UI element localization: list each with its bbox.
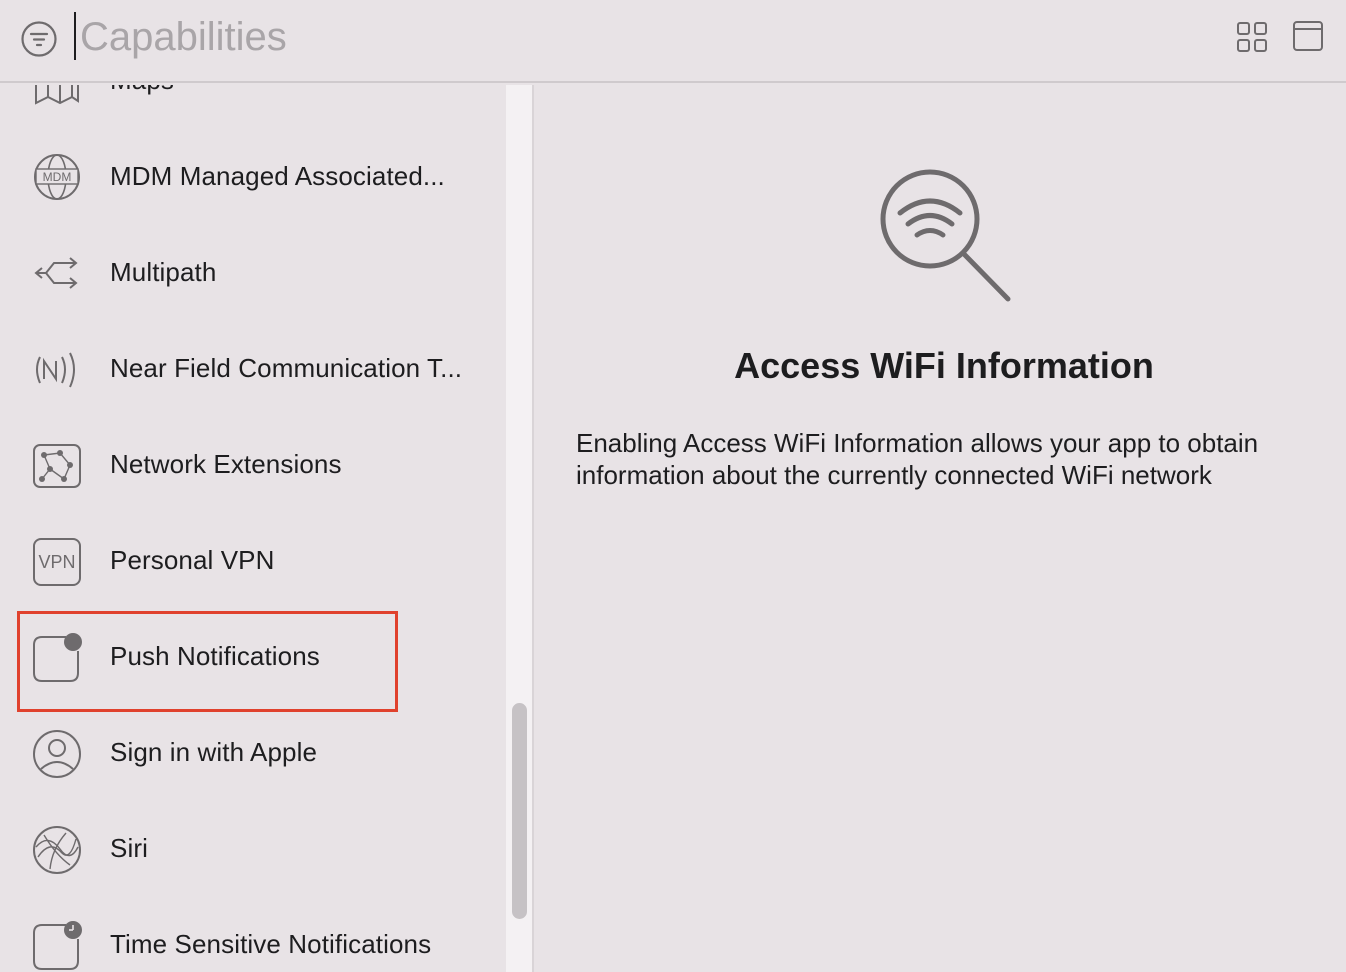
text-cursor — [74, 12, 76, 60]
search-input[interactable] — [80, 10, 680, 64]
capability-label: Near Field Communication T... — [110, 353, 463, 383]
detail-title: Access WiFi Information — [734, 345, 1154, 386]
capability-item-maps[interactable]: Maps — [0, 85, 506, 129]
window-icon[interactable] — [1292, 20, 1324, 52]
capability-item-multipath[interactable]: Multipath — [0, 225, 506, 321]
wifi-search-icon — [880, 169, 1011, 302]
capability-label: Time Sensitive Notifications — [110, 929, 432, 959]
multipath-arrows-icon — [34, 257, 78, 289]
capability-item-nfc[interactable]: Near Field Communication T... — [0, 321, 506, 417]
map-icon — [35, 85, 79, 105]
scrollbar-thumb[interactable] — [512, 703, 527, 919]
capability-item-mdm[interactable]: MDM MDM Managed Associated... — [0, 129, 506, 225]
svg-text:VPN: VPN — [38, 552, 75, 572]
toolbar — [0, 0, 1346, 83]
mdm-globe-icon: MDM — [34, 154, 80, 200]
time-sensitive-icon — [33, 921, 82, 970]
detail-description: Enabling Access WiFi Information allows … — [576, 428, 1259, 490]
capability-label: Multipath — [110, 257, 217, 287]
vpn-icon: VPN — [33, 538, 81, 586]
capability-label: Maps — [110, 85, 174, 96]
siri-icon — [33, 826, 81, 874]
capability-item-personal-vpn[interactable]: VPN Personal VPN — [0, 513, 506, 609]
push-notification-icon — [33, 633, 82, 682]
capability-label: Sign in with Apple — [110, 737, 318, 767]
capability-item-time-sensitive-notifications[interactable]: Time Sensitive Notifications — [0, 897, 506, 972]
capability-item-sign-in-with-apple[interactable]: Sign in with Apple — [0, 705, 506, 801]
svg-text:MDM: MDM — [43, 170, 72, 184]
capability-label: MDM Managed Associated... — [110, 161, 445, 191]
capability-label: Network Extensions — [110, 449, 342, 479]
capability-label: Push Notifications — [110, 641, 320, 671]
capabilities-list[interactable]: Maps MDM MDM Managed Associated... Multi… — [0, 85, 506, 972]
capability-label: Personal VPN — [110, 545, 275, 575]
filter-icon[interactable] — [20, 20, 58, 58]
capability-detail-panel: Access WiFi Information Enabling Access … — [536, 85, 1346, 972]
capability-item-push-notifications[interactable]: Push Notifications — [0, 609, 506, 705]
network-extensions-icon — [33, 444, 81, 488]
person-circle-icon — [33, 730, 81, 778]
capability-item-siri[interactable]: Siri — [0, 801, 506, 897]
capability-label: Siri — [110, 833, 148, 863]
grid-view-icon[interactable] — [1236, 21, 1268, 53]
nfc-icon — [36, 352, 75, 388]
capability-item-network-extensions[interactable]: Network Extensions — [0, 417, 506, 513]
sidebar-scrollbar[interactable] — [506, 85, 534, 972]
